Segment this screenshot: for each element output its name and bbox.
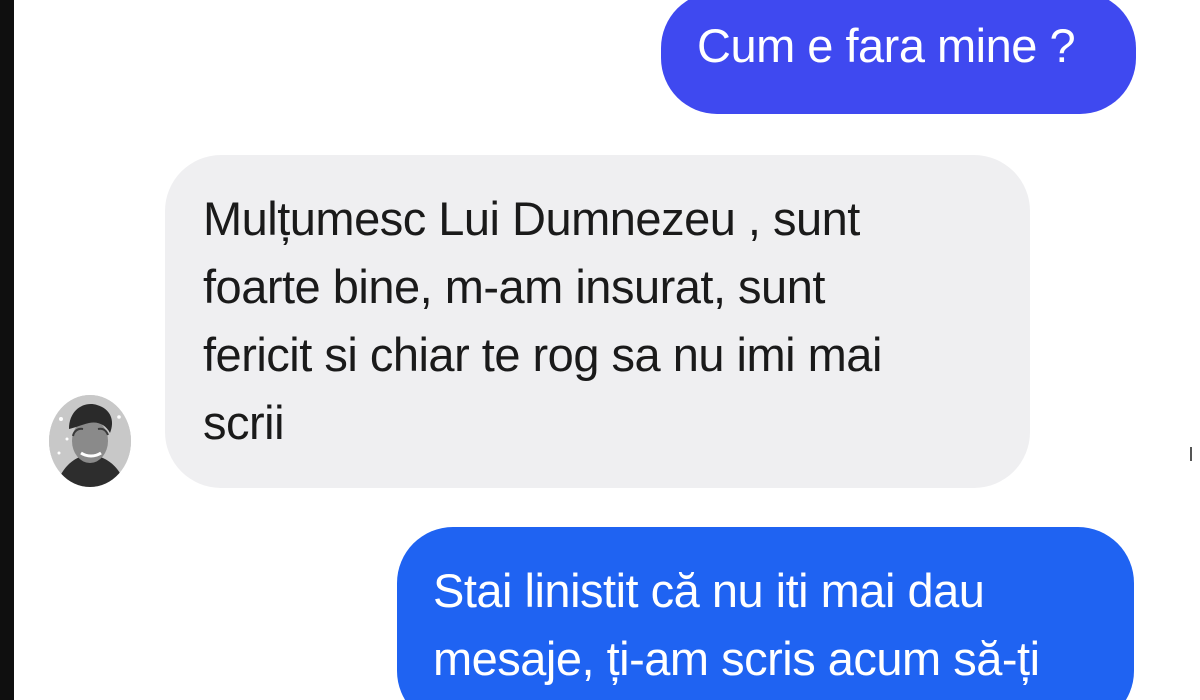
- message-bubble-incoming[interactable]: Mulțumesc Lui Dumnezeu , sunt foarte bin…: [165, 155, 1030, 488]
- scroll-indicator[interactable]: [1190, 447, 1192, 461]
- left-border: [0, 0, 14, 700]
- user-photo-avatar-icon: [49, 395, 131, 487]
- contact-avatar[interactable]: [49, 395, 131, 487]
- chat-screen: Cum e fara mine ? Mulțumesc Lui Dumnezeu…: [0, 0, 1200, 700]
- message-bubble-outgoing[interactable]: Stai linistit că nu iti mai dau mesaje, …: [397, 527, 1134, 700]
- message-bubble-outgoing[interactable]: Cum e fara mine ?: [661, 0, 1136, 114]
